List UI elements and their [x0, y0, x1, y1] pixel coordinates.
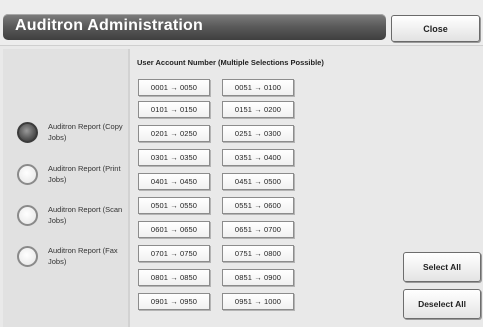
radio-icon[interactable]: [17, 163, 38, 185]
range-button[interactable]: 0651 → 0700: [222, 221, 294, 238]
report-option-scan[interactable]: Auditron Report (Scan Jobs): [17, 204, 128, 226]
account-section-title: User Account Number (Multiple Selections…: [137, 58, 324, 67]
report-option-label: Auditron Report (Copy Jobs): [48, 122, 123, 142]
title-bar: Auditron Administration Close: [0, 0, 483, 45]
range-button[interactable]: 0601 → 0650: [138, 221, 210, 238]
range-button[interactable]: 0501 → 0550: [138, 197, 210, 214]
report-option-label: Auditron Report (Fax Jobs): [48, 246, 118, 266]
page-title: Auditron Administration: [15, 17, 203, 34]
report-type-column: [3, 49, 128, 327]
range-button[interactable]: 0101 → 0150: [138, 101, 210, 118]
range-button[interactable]: 0001 → 0050: [138, 79, 210, 96]
range-button[interactable]: 0051 → 0100: [222, 79, 294, 96]
report-option-copy[interactable]: Auditron Report (Copy Jobs): [17, 121, 128, 143]
range-button[interactable]: 0251 → 0300: [222, 125, 294, 142]
deselect-all-button[interactable]: Deselect All: [403, 289, 481, 319]
range-button[interactable]: 0351 → 0400: [222, 149, 294, 166]
range-button[interactable]: 0151 → 0200: [222, 101, 294, 118]
range-button[interactable]: 0201 → 0250: [138, 125, 210, 142]
range-button[interactable]: 0401 → 0450: [138, 173, 210, 190]
close-button[interactable]: Close: [391, 15, 480, 42]
auditron-screen: Auditron Administration Close Auditron R…: [0, 0, 483, 327]
range-button[interactable]: 0901 → 0950: [138, 293, 210, 310]
radio-icon[interactable]: [17, 204, 38, 226]
report-option-label: Auditron Report (Print Jobs): [48, 164, 121, 184]
range-button[interactable]: 0701 → 0750: [138, 245, 210, 262]
title-banner: Auditron Administration: [3, 14, 386, 40]
range-button[interactable]: 0451 → 0500: [222, 173, 294, 190]
range-button[interactable]: 0801 → 0850: [138, 269, 210, 286]
range-button[interactable]: 0851 → 0900: [222, 269, 294, 286]
report-option-label: Auditron Report (Scan Jobs): [48, 205, 123, 225]
column-divider: [128, 49, 130, 327]
radio-icon[interactable]: [17, 121, 38, 143]
select-all-button[interactable]: Select All: [403, 252, 481, 282]
range-button[interactable]: 0751 → 0800: [222, 245, 294, 262]
radio-icon[interactable]: [17, 245, 38, 267]
report-option-fax[interactable]: Auditron Report (Fax Jobs): [17, 245, 128, 267]
range-button[interactable]: 0951 → 1000: [222, 293, 294, 310]
report-option-print[interactable]: Auditron Report (Print Jobs): [17, 163, 128, 185]
range-button[interactable]: 0301 → 0350: [138, 149, 210, 166]
range-button[interactable]: 0551 → 0600: [222, 197, 294, 214]
